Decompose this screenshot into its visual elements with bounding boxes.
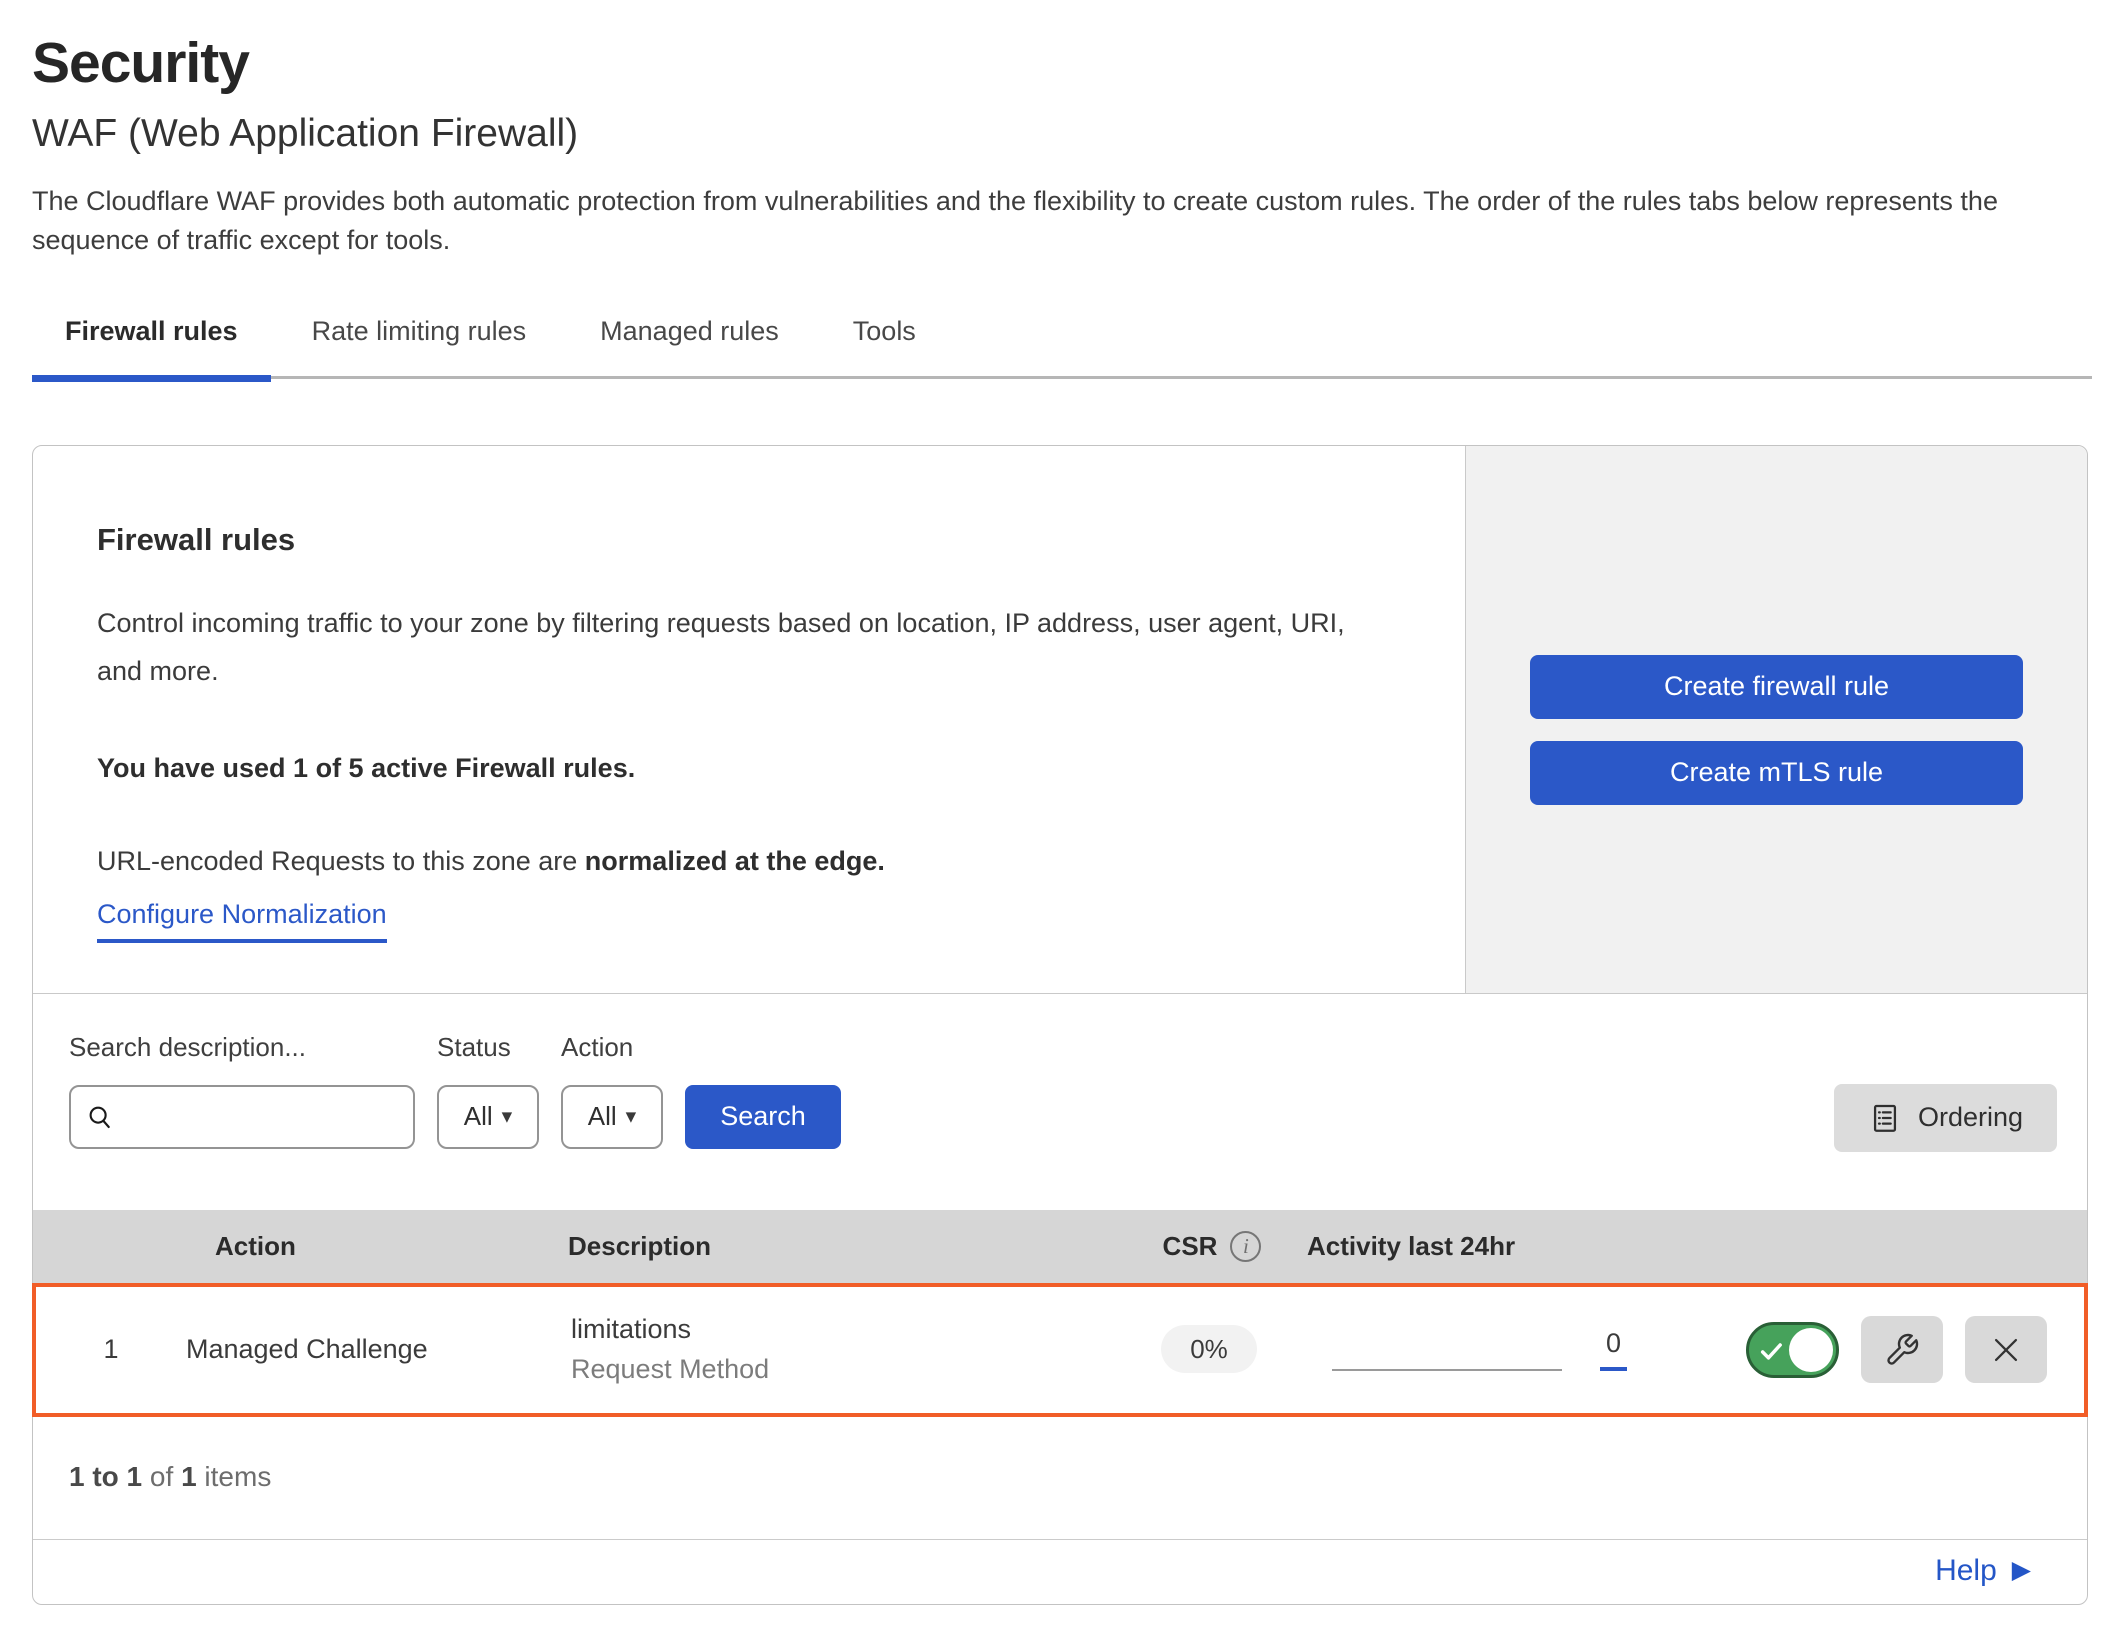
rule-description-cell: limitations Request Method xyxy=(516,1314,1114,1385)
create-mtls-rule-button[interactable]: Create mTLS rule xyxy=(1530,741,2023,805)
usage-summary: You have used 1 of 5 active Firewall rul… xyxy=(97,753,1395,784)
info-circle-icon[interactable]: i xyxy=(1230,1231,1261,1262)
normalization-bold: normalized at the edge. xyxy=(585,846,885,876)
rule-csr-cell: 0% xyxy=(1161,1334,1257,1365)
card-footer: Help ▶ xyxy=(33,1539,2087,1604)
tab-firewall-rules[interactable]: Firewall rules xyxy=(32,310,271,382)
caret-down-icon: ▾ xyxy=(502,1106,513,1127)
search-input[interactable] xyxy=(127,1100,399,1133)
normalization-note: URL-encoded Requests to this zone are no… xyxy=(97,846,1395,877)
csr-badge: 0% xyxy=(1161,1325,1257,1373)
pagination-range: 1 to 1 xyxy=(69,1461,142,1492)
security-waf-page: Security WAF (Web Application Firewall) … xyxy=(0,0,2114,1605)
action-label: Action xyxy=(561,1032,663,1063)
search-button[interactable]: Search xyxy=(685,1085,841,1149)
search-description-group: Search description... xyxy=(69,1032,415,1149)
action-select[interactable]: All ▾ xyxy=(561,1085,663,1149)
list-document-icon xyxy=(1868,1101,1902,1135)
rule-priority: 1 xyxy=(103,1334,118,1365)
search-input-box[interactable] xyxy=(69,1085,415,1149)
tab-rate-limiting-rules[interactable]: Rate limiting rules xyxy=(279,310,560,382)
ordering-button-label: Ordering xyxy=(1918,1102,2023,1133)
filter-bar: Search description... Status All ▾ Actio… xyxy=(33,994,2087,1210)
help-label: Help xyxy=(1935,1554,1997,1588)
rule-controls xyxy=(1734,1316,2084,1383)
play-arrow-icon: ▶ xyxy=(2012,1558,2031,1583)
page-title: Security xyxy=(32,30,2092,96)
edit-rule-button[interactable] xyxy=(1861,1316,1943,1383)
search-button-group: Search xyxy=(685,1032,841,1149)
configure-normalization-link[interactable]: Configure Normalization xyxy=(97,899,387,943)
column-header-activity: Activity last 24hr xyxy=(1307,1231,1737,1262)
status-filter-group: Status All ▾ xyxy=(437,1032,539,1149)
checkmark-icon xyxy=(1758,1338,1786,1366)
column-header-description: Description xyxy=(513,1231,1117,1262)
tab-managed-rules[interactable]: Managed rules xyxy=(567,310,812,382)
wrench-icon xyxy=(1884,1332,1920,1368)
activity-count-link[interactable]: 0 xyxy=(1600,1328,1627,1371)
pagination: 1 to 1 of 1 items xyxy=(33,1417,2087,1539)
delete-rule-button[interactable] xyxy=(1965,1316,2047,1383)
rule-description: limitations xyxy=(571,1314,1114,1345)
page-description: The Cloudflare WAF provides both automat… xyxy=(32,182,2082,260)
overview-text-pane: Firewall rules Control incoming traffic … xyxy=(33,446,1465,993)
toggle-knob xyxy=(1789,1328,1833,1372)
caret-down-icon: ▾ xyxy=(626,1106,637,1127)
rule-activity-cell: 0 xyxy=(1304,1328,1734,1371)
pagination-items: items xyxy=(204,1461,271,1492)
tab-tools[interactable]: Tools xyxy=(820,310,949,382)
search-description-label: Search description... xyxy=(69,1032,415,1063)
pagination-total: 1 xyxy=(181,1461,197,1492)
status-label: Status xyxy=(437,1032,539,1063)
create-firewall-rule-button[interactable]: Create firewall rule xyxy=(1530,655,2023,719)
page-subtitle: WAF (Web Application Firewall) xyxy=(32,112,2092,156)
ordering-button[interactable]: Ordering xyxy=(1834,1084,2057,1152)
section-description: Control incoming traffic to your zone by… xyxy=(97,600,1395,695)
column-header-csr: CSR i xyxy=(1163,1231,1262,1262)
status-selected-value: All xyxy=(464,1101,493,1132)
overview-section: Firewall rules Control incoming traffic … xyxy=(33,446,2087,994)
x-icon xyxy=(1989,1333,2023,1367)
table-row: 1 Managed Challenge limitations Request … xyxy=(32,1283,2088,1417)
rule-description-sub: Request Method xyxy=(571,1354,1114,1385)
csr-header-label: CSR xyxy=(1163,1231,1218,1262)
rules-tabs: Firewall rules Rate limiting rules Manag… xyxy=(32,310,2092,379)
help-link[interactable]: Help ▶ xyxy=(1935,1554,2031,1588)
firewall-rules-card: Firewall rules Control incoming traffic … xyxy=(32,445,2088,1605)
section-heading: Firewall rules xyxy=(97,522,1395,558)
activity-sparkline xyxy=(1332,1369,1562,1371)
actions-pane: Create firewall rule Create mTLS rule xyxy=(1465,446,2087,993)
column-header-action: Action xyxy=(183,1231,513,1262)
action-filter-group: Action All ▾ xyxy=(561,1032,663,1149)
search-icon xyxy=(85,1102,115,1132)
normalization-text: URL-encoded Requests to this zone are xyxy=(97,846,577,876)
status-select[interactable]: All ▾ xyxy=(437,1085,539,1149)
table-header: Action Description CSR i Activity last 2… xyxy=(33,1210,2087,1283)
pagination-of: of xyxy=(150,1461,173,1492)
action-selected-value: All xyxy=(588,1101,617,1132)
rule-action: Managed Challenge xyxy=(186,1334,516,1365)
rule-enabled-toggle[interactable] xyxy=(1746,1322,1839,1378)
